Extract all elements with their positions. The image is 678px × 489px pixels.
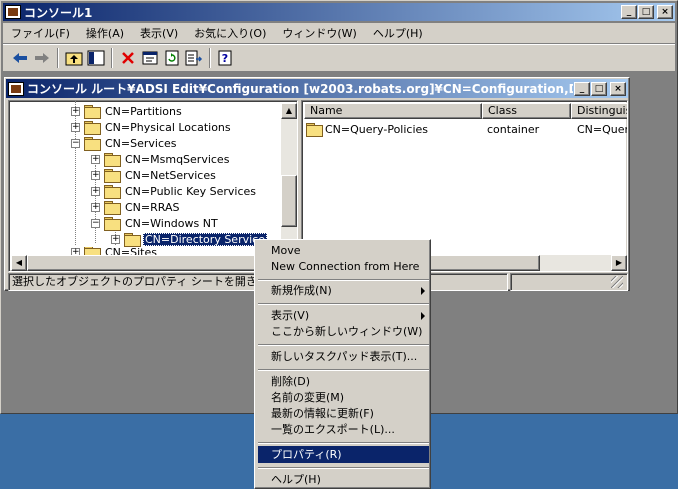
menu-item-view[interactable]: 表示(V): [258, 307, 429, 324]
context-menu: Move New Connection from Here 新規作成(N) 表示…: [254, 239, 431, 489]
scroll-up-arrow-icon[interactable]: ▲: [281, 103, 297, 119]
collapse-icon[interactable]: −: [91, 218, 100, 228]
child-title-bar[interactable]: コンソール ルート¥ADSI Edit¥Configuration [w2003…: [6, 79, 628, 98]
menu-item-help[interactable]: ヘルプ(H): [258, 471, 429, 488]
svg-text:?: ?: [222, 52, 228, 65]
status-text: 選択したオブジェクトのプロパティ シートを開きます。: [8, 273, 256, 291]
scroll-right-arrow-icon[interactable]: ▶: [611, 255, 627, 271]
scroll-left-arrow-icon[interactable]: ◀: [11, 255, 27, 271]
folder-icon: [104, 185, 121, 199]
minimize-button[interactable]: _: [621, 5, 637, 19]
tree-item-directory-service[interactable]: + CN=Directory Service: [111, 231, 267, 247]
menu-file[interactable]: ファイル(F): [3, 25, 78, 41]
menu-item-properties[interactable]: プロパティ(R): [258, 446, 429, 463]
tree-item-services[interactable]: − CN=Services: [71, 135, 179, 151]
tree-item-public-key-services[interactable]: + CN=Public Key Services: [91, 183, 258, 199]
up-folder-icon[interactable]: [63, 47, 85, 69]
expand-icon[interactable]: +: [91, 186, 100, 196]
show-hide-tree-icon[interactable]: [85, 47, 107, 69]
tree-item-rras[interactable]: + CN=RRAS: [91, 199, 181, 215]
tree-item-windows-nt[interactable]: − CN=Windows NT: [91, 215, 220, 231]
menu-item-new[interactable]: 新規作成(N): [258, 282, 429, 299]
submenu-arrow-icon: [421, 312, 425, 320]
expand-icon[interactable]: +: [91, 170, 100, 180]
menu-action[interactable]: 操作(A): [78, 25, 132, 41]
menu-window[interactable]: ウィンドウ(W): [274, 25, 364, 41]
folder-icon: [84, 105, 101, 119]
refresh-icon[interactable]: [161, 47, 183, 69]
menu-item-export-list[interactable]: 一覧のエクスポート(L)...: [258, 421, 429, 438]
child-close-button[interactable]: ×: [610, 81, 626, 96]
toolbar: ?: [3, 44, 675, 72]
expand-icon[interactable]: +: [111, 234, 120, 244]
folder-icon: [104, 217, 121, 231]
tree-horizontal-scrollbar[interactable]: ◀ ▶: [11, 255, 281, 271]
help-icon[interactable]: ?: [215, 47, 237, 69]
folder-icon: [124, 233, 141, 247]
column-header-name[interactable]: Name: [304, 103, 482, 119]
delete-icon[interactable]: [117, 47, 139, 69]
collapse-icon[interactable]: −: [71, 138, 80, 148]
menu-item-refresh[interactable]: 最新の情報に更新(F): [258, 405, 429, 422]
export-list-icon[interactable]: [183, 47, 205, 69]
main-title-bar[interactable]: コンソール1 _ □ ×: [3, 3, 675, 21]
menu-favorites[interactable]: お気に入り(O): [186, 25, 274, 41]
menu-item-delete[interactable]: 削除(D): [258, 373, 429, 390]
status-panel-3: [510, 273, 628, 291]
scroll-thumb[interactable]: [281, 175, 297, 227]
tree-item-netservices[interactable]: + CN=NetServices: [91, 167, 218, 183]
menu-item-move[interactable]: Move: [258, 242, 429, 259]
folder-icon: [104, 201, 121, 215]
tree-item-physical-locations[interactable]: + CN=Physical Locations: [71, 119, 233, 135]
child-maximize-button[interactable]: □: [591, 81, 607, 96]
forward-arrow-icon[interactable]: [31, 47, 53, 69]
list-item-class: container: [487, 122, 540, 136]
mmc-app-icon: [5, 5, 21, 19]
properties-icon[interactable]: [139, 47, 161, 69]
column-header-class[interactable]: Class: [482, 103, 571, 119]
expand-icon[interactable]: +: [91, 154, 100, 164]
expand-icon[interactable]: +: [71, 122, 80, 132]
list-item[interactable]: CN=Query-Policies: [306, 121, 428, 137]
tree-item-msmqservices[interactable]: + CN=MsmqServices: [91, 151, 231, 167]
child-minimize-button[interactable]: _: [574, 81, 590, 96]
menu-view[interactable]: 表示(V): [132, 25, 186, 41]
menu-item-new-taskpad[interactable]: 新しいタスクパッド表示(T)...: [258, 348, 429, 365]
folder-icon: [104, 153, 121, 167]
list-item-name: CN=Query-Policies: [325, 122, 429, 136]
mmc-app-icon: [8, 81, 24, 96]
folder-icon: [84, 137, 101, 151]
menu-help[interactable]: ヘルプ(H): [365, 25, 431, 41]
main-window-title: コンソール1: [24, 5, 93, 20]
expand-icon[interactable]: +: [91, 202, 100, 212]
menu-item-rename[interactable]: 名前の変更(M): [258, 389, 429, 406]
resize-grip-icon[interactable]: [611, 276, 623, 288]
menu-item-new-connection[interactable]: New Connection from Here: [258, 258, 429, 275]
maximize-button[interactable]: □: [638, 5, 654, 19]
expand-icon[interactable]: +: [71, 106, 80, 116]
folder-icon: [104, 169, 121, 183]
menu-bar: ファイル(F) 操作(A) 表示(V) お気に入り(O) ウィンドウ(W) ヘル…: [3, 23, 675, 43]
folder-icon: [306, 123, 323, 137]
close-button[interactable]: ×: [657, 5, 673, 19]
folder-icon: [84, 121, 101, 135]
list-item-dn: CN=Query: [577, 122, 627, 136]
back-arrow-icon[interactable]: [9, 47, 31, 69]
menu-item-new-window[interactable]: ここから新しいウィンドウ(W): [258, 323, 429, 340]
tree-vertical-scrollbar[interactable]: ▲ ▼: [281, 103, 297, 259]
submenu-arrow-icon: [421, 287, 425, 295]
child-window-title: コンソール ルート¥ADSI Edit¥Configuration [w2003…: [27, 82, 573, 96]
scroll-thumb[interactable]: [27, 255, 257, 271]
column-header-distinguished-name[interactable]: Distinguis: [571, 103, 627, 119]
tree-item-partitions[interactable]: + CN=Partitions: [71, 103, 184, 119]
